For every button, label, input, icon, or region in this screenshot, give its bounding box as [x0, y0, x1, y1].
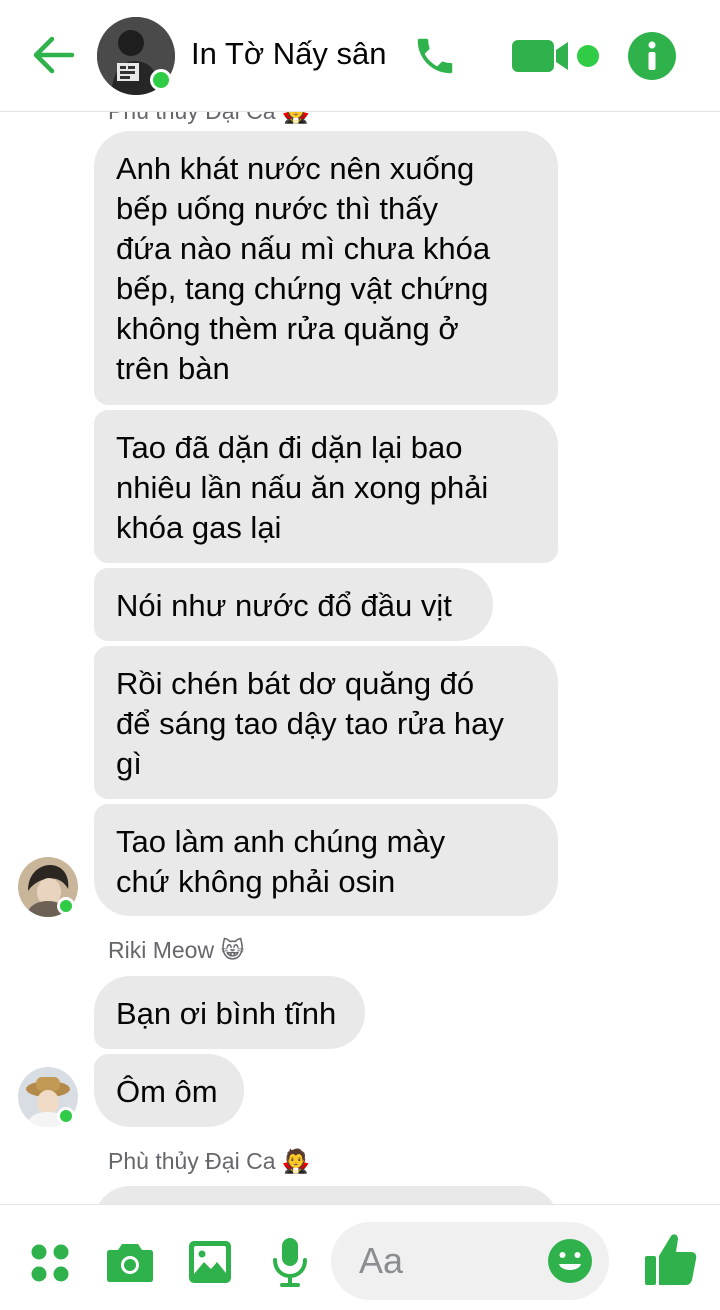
call-button[interactable] — [412, 33, 458, 79]
message-bubble-partial[interactable] — [94, 1186, 558, 1204]
phone-icon — [417, 38, 453, 74]
online-status-indicator — [57, 1107, 75, 1125]
four-dots-icon — [31, 1244, 69, 1282]
arrow-left-icon — [33, 36, 75, 74]
back-button[interactable] — [28, 30, 78, 80]
message-bubble[interactable]: Rồi chén bát dơ quăng đó để sáng tao dậy… — [94, 646, 558, 799]
message-input[interactable] — [359, 1240, 529, 1282]
composer-bar — [0, 1204, 720, 1310]
voice-message-button[interactable] — [272, 1236, 308, 1288]
gallery-button[interactable] — [188, 1240, 232, 1284]
message-bubble[interactable]: Bạn ơi bình tĩnh — [94, 976, 365, 1049]
microphone-icon — [273, 1238, 307, 1287]
image-icon — [189, 1241, 231, 1283]
message-list[interactable]: Phù thủy Đại Ca 🧛 Anh khát nước nên xuốn… — [0, 112, 720, 1204]
contact-avatar[interactable] — [97, 17, 175, 95]
sender-name: Riki Meow 😸 — [108, 937, 245, 963]
camera-icon — [107, 1244, 153, 1282]
message-bubble[interactable]: Nói như nước đổ đầu vịt — [94, 568, 493, 641]
info-button[interactable] — [627, 31, 677, 81]
more-actions-button[interactable] — [30, 1243, 70, 1283]
online-status-indicator — [57, 897, 75, 915]
smiley-icon — [548, 1239, 592, 1283]
chat-header: In Tờ Nấy sân — [0, 0, 720, 112]
camera-button[interactable] — [106, 1240, 154, 1284]
like-button[interactable] — [643, 1232, 699, 1288]
emoji-button[interactable] — [546, 1237, 594, 1285]
contact-name[interactable]: In Tờ Nấy sân — [191, 36, 387, 72]
video-camera-icon — [512, 40, 599, 72]
message-bubble[interactable]: Tao đã dặn đi dặn lại bao nhiêu lần nấu … — [94, 410, 558, 563]
message-bubble[interactable]: Anh khát nước nên xuống bếp uống nước th… — [94, 131, 558, 405]
info-icon — [628, 32, 676, 80]
message-bubble[interactable]: Ôm ôm — [94, 1054, 244, 1127]
message-bubble[interactable]: Tao làm anh chúng mày chứ không phải osi… — [94, 804, 558, 916]
online-status-indicator — [150, 69, 172, 91]
thumbs-up-icon — [645, 1234, 697, 1285]
video-call-button[interactable] — [510, 34, 602, 78]
message-composer[interactable] — [331, 1222, 609, 1300]
sender-name: Phù thủy Đại Ca 🧛 — [108, 1148, 311, 1174]
sender-name: Phù thủy Đại Ca 🧛 — [108, 112, 311, 125]
